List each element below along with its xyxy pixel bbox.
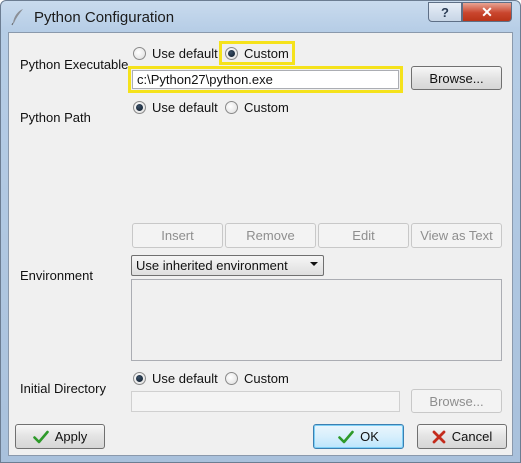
- radio-icon: [225, 372, 238, 385]
- title-bar[interactable]: Python Configuration ? ✕: [1, 1, 520, 33]
- initial-directory-browse-button[interactable]: Browse...: [411, 389, 502, 413]
- python-executable-browse-button[interactable]: Browse...: [411, 66, 502, 90]
- close-icon: ✕: [481, 3, 493, 20]
- python-path-default-radio[interactable]: Use default: [133, 100, 226, 115]
- checkmark-icon: [32, 430, 49, 443]
- checkmark-icon: [338, 430, 354, 443]
- environment-variables-list[interactable]: [131, 279, 502, 361]
- radio-selected-icon: [133, 101, 146, 114]
- cancel-button[interactable]: Cancel: [417, 424, 507, 449]
- environment-select[interactable]: Use inherited environment: [131, 255, 324, 276]
- close-icon: [432, 430, 446, 443]
- edit-button[interactable]: Edit: [318, 223, 409, 248]
- apply-button[interactable]: Apply: [15, 424, 105, 449]
- radio-selected-icon: [133, 372, 146, 385]
- help-icon: ?: [441, 4, 449, 20]
- python-executable-path-input[interactable]: [132, 70, 399, 89]
- environment-label: Environment: [20, 268, 93, 283]
- window-title: Python Configuration: [34, 9, 175, 26]
- remove-button[interactable]: Remove: [225, 223, 316, 248]
- close-button[interactable]: ✕: [462, 2, 512, 22]
- python-path-label: Python Path: [20, 110, 91, 125]
- initial-directory-path-input[interactable]: [131, 391, 400, 412]
- radio-icon: [133, 47, 146, 60]
- insert-button[interactable]: Insert: [132, 223, 223, 248]
- dialog-body: Python Executable Use default Custom Bro…: [8, 32, 513, 456]
- help-button[interactable]: ?: [428, 2, 462, 22]
- radio-icon: [225, 101, 238, 114]
- initial-directory-label: Initial Directory: [20, 381, 106, 396]
- view-as-text-button[interactable]: View as Text: [411, 223, 502, 248]
- python-path-custom-radio[interactable]: Custom: [225, 100, 297, 115]
- chevron-down-icon: [310, 262, 318, 266]
- dialog-window: Python Configuration ? ✕ Python Executab…: [0, 0, 521, 463]
- python-executable-custom-radio[interactable]: Custom: [225, 46, 297, 61]
- initial-directory-custom-radio[interactable]: Custom: [225, 371, 297, 386]
- feather-icon: [11, 9, 23, 26]
- initial-directory-default-radio[interactable]: Use default: [133, 371, 226, 386]
- radio-selected-icon: [225, 47, 238, 60]
- python-executable-default-radio[interactable]: Use default: [133, 46, 226, 61]
- ok-button[interactable]: OK: [313, 424, 404, 449]
- python-executable-label: Python Executable: [20, 57, 129, 72]
